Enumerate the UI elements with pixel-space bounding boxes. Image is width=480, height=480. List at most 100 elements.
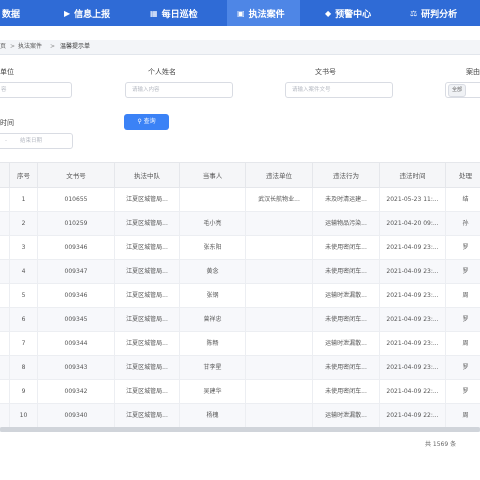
nav-item-report[interactable]: ▶ 信息上报 (64, 0, 110, 26)
table-row[interactable]: 3 009346 江夏区城管局... 张东阳 未使用密闭车... 2021-04-09 2… (0, 236, 480, 260)
cell-index: 7 (10, 332, 38, 356)
case-reason-select[interactable]: 全部 (445, 82, 480, 98)
table-row[interactable]: 9 009342 江夏区城管局... 吴建华 未使用密闭车... 2021-04-09 2… (0, 380, 480, 404)
cell-doc-number: 009345 (38, 308, 115, 332)
cell-handler: 罗 (446, 308, 480, 332)
date-end: 结束日期 (20, 138, 43, 144)
header-unit: 违法单位 (246, 163, 313, 189)
table-row[interactable]: 4 009347 江夏区城管局... 黄念 未使用密闭车... 2021-04-09 23… (0, 260, 480, 284)
table-row[interactable]: 6 009345 江夏区城管局... 曾祥忠 未使用密闭车... 2021-04-09 2… (0, 308, 480, 332)
person-name-input[interactable]: 请输入内容 (125, 82, 233, 98)
cell-doc-number: 009346 (38, 284, 115, 308)
case-reason-label: 案由 (466, 68, 480, 76)
nav-item-inspection[interactable]: ▦ 每日巡检 (150, 0, 198, 26)
unit-label: 单位 (0, 68, 14, 76)
cell-time: 2021-04-09 23:... (380, 308, 446, 332)
table-row[interactable]: 5 009346 江夏区城管局... 张钢 运输时泄漏散... 2021-04-09 23… (0, 284, 480, 308)
row-checkbox-cell (0, 212, 10, 236)
cell-unit: 武汉长航物业... (246, 188, 313, 212)
doc-number-input[interactable]: 请输入案件文号 (285, 82, 393, 98)
scrollbar-thumb[interactable] (0, 427, 480, 432)
cell-index: 8 (10, 356, 38, 380)
breadcrumb-home[interactable]: 页 (0, 40, 6, 54)
cell-behavior: 未使用密闭车... (313, 356, 380, 380)
cell-doc-number: 009340 (38, 404, 115, 428)
nav-item-data[interactable]: 数据 (2, 0, 20, 26)
table-row[interactable]: 7 009344 江夏区城管局... 陈畅 运输时泄漏散... 2021-04-09 23… (0, 332, 480, 356)
cell-handler: 结 (446, 188, 480, 212)
cell-doc-number: 009342 (38, 380, 115, 404)
cell-behavior: 运输时泄漏散... (313, 404, 380, 428)
cell-doc-number: 010655 (38, 188, 115, 212)
nav-item-analysis[interactable]: ⚖ 研判分析 (410, 0, 457, 26)
breadcrumb-separator: > (50, 43, 56, 50)
cell-unit (246, 404, 313, 428)
table-row[interactable]: 10 009340 江夏区城管局... 杨槐 运输时泄漏散... 2021-04-09 2… (0, 404, 480, 428)
time-label: 时间 (0, 119, 14, 127)
cell-party: 甘李星 (180, 356, 246, 380)
cell-index: 3 (10, 236, 38, 260)
cell-handler: 罗 (446, 236, 480, 260)
header-handler: 处理 (446, 163, 480, 189)
cell-time: 2021-04-09 23:... (380, 332, 446, 356)
date-separator: - (5, 138, 7, 144)
horizontal-scrollbar[interactable] (0, 427, 480, 432)
row-checkbox-cell (0, 404, 10, 428)
cell-team: 江夏区城管局... (115, 404, 180, 428)
cell-team: 江夏区城管局... (115, 260, 180, 284)
cell-handler: 孙 (446, 212, 480, 236)
row-checkbox-cell (0, 236, 10, 260)
cell-party: 杨槐 (180, 404, 246, 428)
row-checkbox-cell (0, 260, 10, 284)
cell-team: 江夏区城管局... (115, 212, 180, 236)
cell-behavior: 未使用密闭车... (313, 260, 380, 284)
row-checkbox-cell (0, 356, 10, 380)
breadcrumb-separator: > (10, 43, 16, 50)
table-row[interactable]: 8 009343 江夏区城管局... 甘李星 未使用密闭车... 2021-04-09 2… (0, 356, 480, 380)
cell-party: 毛小亮 (180, 212, 246, 236)
doc-number-label: 文书号 (315, 68, 336, 76)
cell-time: 2021-04-09 22:... (380, 380, 446, 404)
header-checkbox (0, 163, 10, 189)
breadcrumb: 页 > 执法案件 > 温馨提示单 (0, 40, 480, 55)
row-checkbox-cell (0, 308, 10, 332)
nav-item-cases[interactable]: ▣ 执法案件 (227, 0, 300, 26)
nav-label: 数据 (2, 9, 21, 20)
cell-behavior: 未使用密闭车... (313, 308, 380, 332)
cell-time: 2021-04-09 23:... (380, 260, 446, 284)
row-checkbox-cell (0, 380, 10, 404)
cell-unit (246, 380, 313, 404)
row-checkbox-cell (0, 284, 10, 308)
cell-behavior: 未使用密闭车... (313, 236, 380, 260)
row-checkbox-cell (0, 188, 10, 212)
unit-input[interactable]: 容 (0, 82, 72, 98)
cell-party: 曾祥忠 (180, 308, 246, 332)
total-count: 共 1569 条 (425, 441, 457, 448)
query-button-label: 查询 (143, 118, 156, 125)
cell-handler: 周 (446, 284, 480, 308)
date-range-input[interactable]: - 结束日期 (0, 133, 73, 149)
cell-team: 江夏区城管局... (115, 332, 180, 356)
breadcrumb-cases[interactable]: 执法案件 (18, 40, 42, 54)
nav-label: 信息上报 (74, 9, 111, 20)
search-icon: ⚲ (137, 118, 142, 125)
nav-item-warning[interactable]: ◆ 预警中心 (325, 0, 371, 26)
table-row[interactable]: 2 010259 江夏区城管局... 毛小亮 运输物品污染... 2021-04-20 0… (0, 212, 480, 236)
cell-party (180, 188, 246, 212)
cell-index: 4 (10, 260, 38, 284)
person-name-label: 个人姓名 (148, 68, 176, 76)
cell-behavior: 未使用密闭车... (313, 380, 380, 404)
truck-icon: ▶ (64, 8, 71, 18)
cell-doc-number: 010259 (38, 212, 115, 236)
scale-icon: ⚖ (410, 8, 418, 18)
header-doc-number: 文书号 (38, 163, 115, 189)
cell-behavior: 未及时清运建... (313, 188, 380, 212)
cell-doc-number: 009344 (38, 332, 115, 356)
cell-index: 5 (10, 284, 38, 308)
cell-doc-number: 009347 (38, 260, 115, 284)
cell-time: 2021-04-20 09:... (380, 212, 446, 236)
cell-handler: 罗 (446, 380, 480, 404)
select-chip-all[interactable]: 全部 (448, 84, 467, 97)
query-button[interactable]: ⚲ 查询 (124, 114, 169, 130)
table-row[interactable]: 1 010655 江夏区城管局... 武汉长航物业... 未及时清运建... 2021-0… (0, 188, 480, 212)
